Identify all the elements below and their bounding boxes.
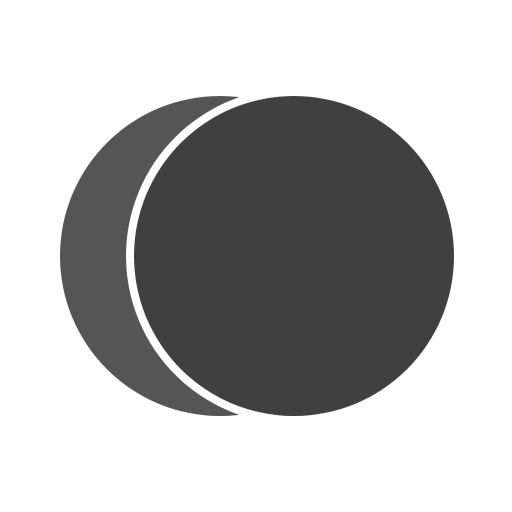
- overlapping-circles-icon: [0, 0, 512, 512]
- icon-canvas: [0, 0, 512, 512]
- front-circle-shape: [134, 96, 454, 416]
